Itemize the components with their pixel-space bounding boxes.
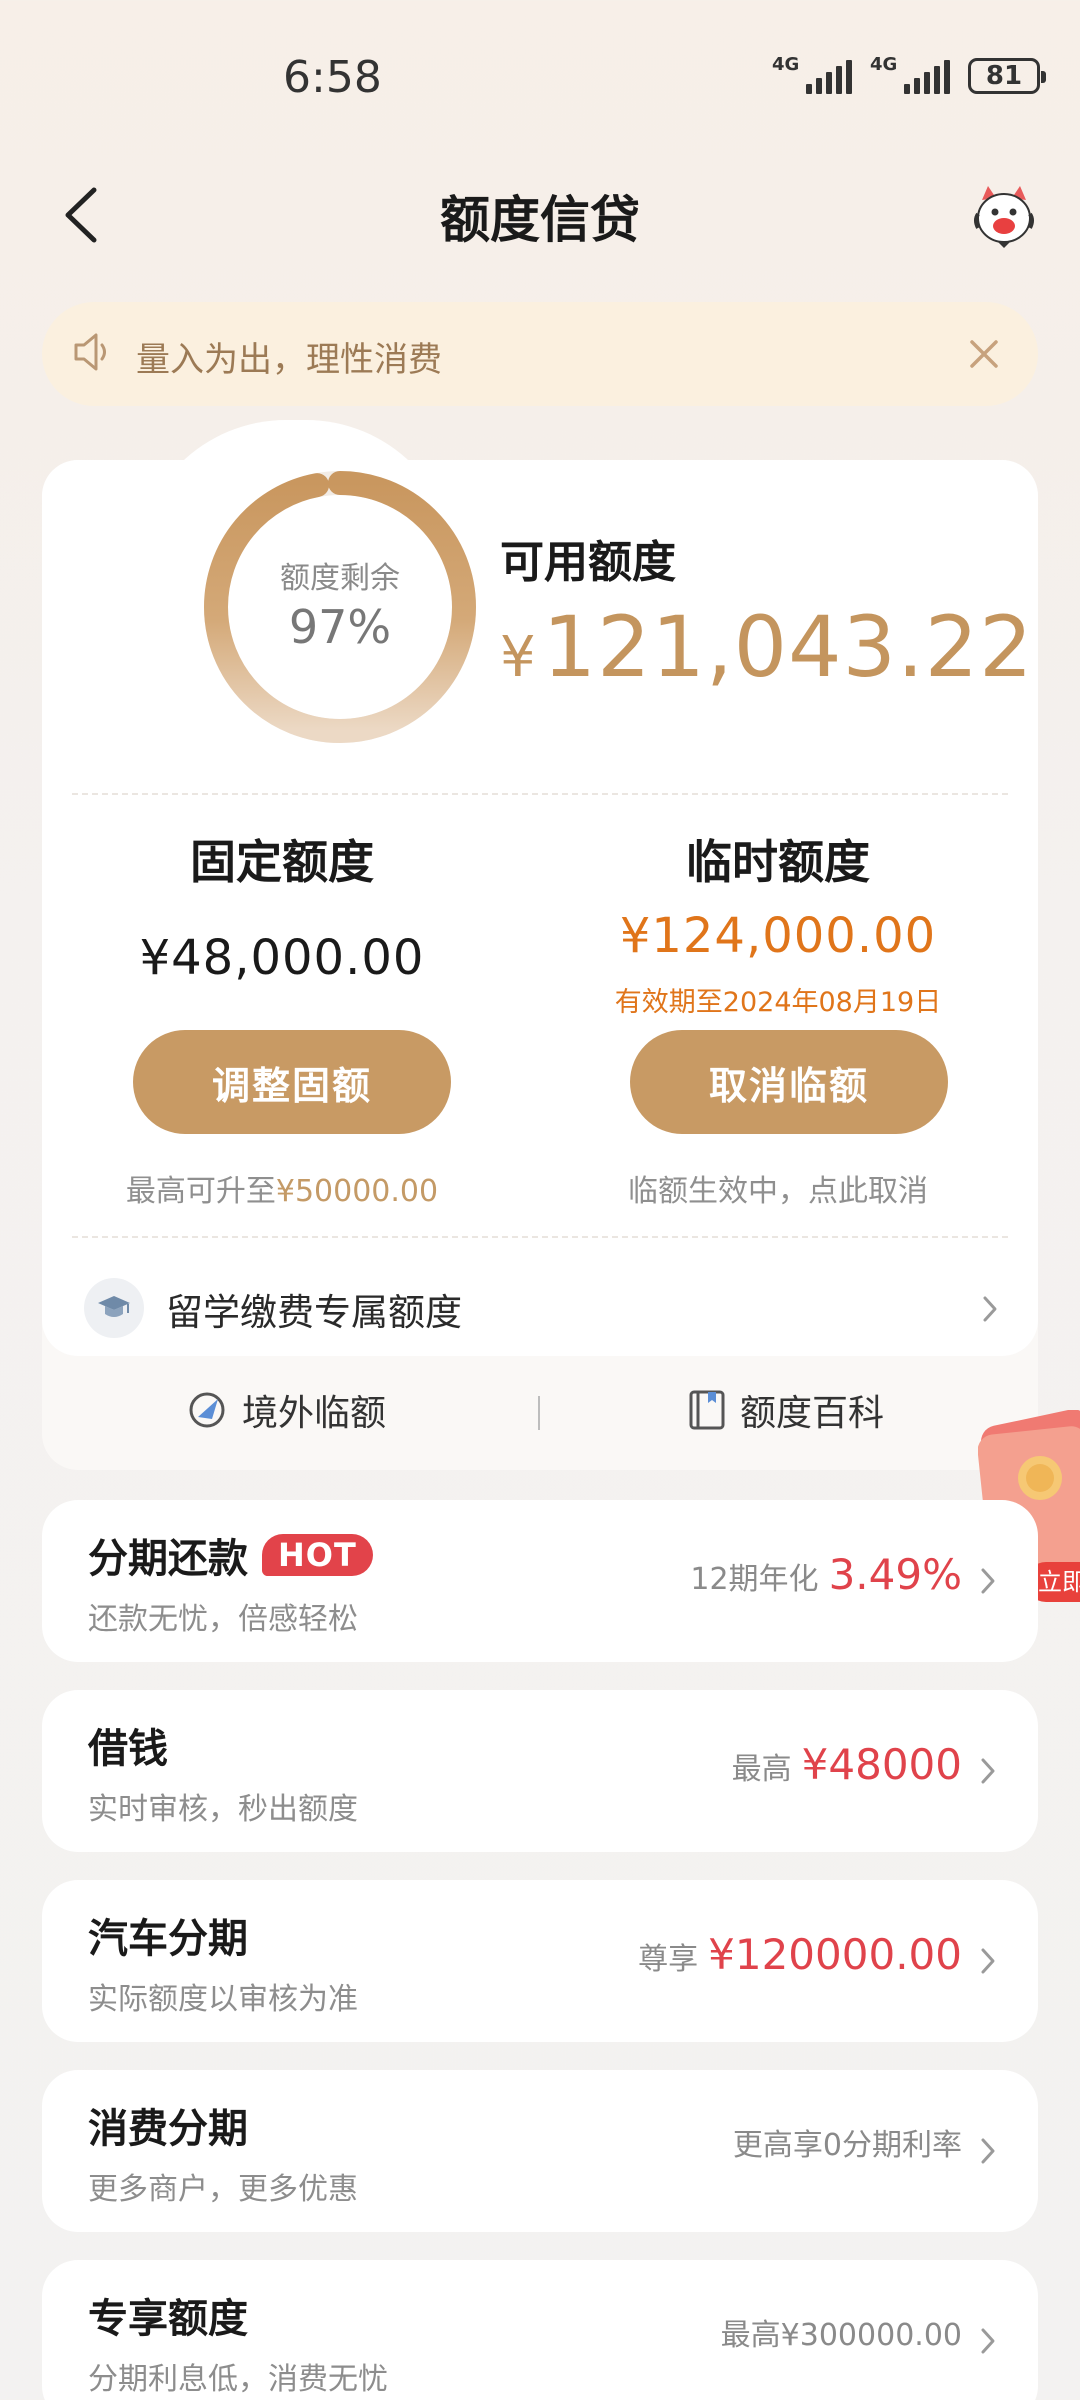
ring-percent: 97% <box>288 600 392 654</box>
tools-row: 境外临额 额度百科 <box>42 1356 1038 1470</box>
product-promo: 更高享0分期利率 <box>732 2128 962 2163</box>
chevron-right-icon <box>981 1568 995 1594</box>
temp-credit-amount: ¥124,000.00 <box>619 908 937 964</box>
product-subtitle: 还款无忧，倍感轻松 <box>88 1602 358 1637</box>
fixed-credit-title-wrap: 固定额度 <box>62 826 502 892</box>
temp-credit-title: 临时额度 <box>686 835 870 889</box>
signal-icon-2: 4G <box>870 54 950 94</box>
graduation-cap-icon <box>84 1278 144 1338</box>
product-subtitle: 分期利息低，消费无忧 <box>88 2362 388 2397</box>
product-subtitle: 更多商户，更多优惠 <box>88 2172 358 2207</box>
cancel-temp-button[interactable]: 取消临额 <box>630 1030 948 1134</box>
fixed-credit-title: 固定额度 <box>190 835 374 889</box>
chevron-right-icon <box>981 1758 995 1784</box>
available-amount: ¥121,043.22 <box>500 598 1034 696</box>
book-icon <box>689 1390 725 1430</box>
chevron-right-icon <box>981 2328 995 2354</box>
product-car-installment[interactable]: 汽车分期 实际额度以审核为准 尊享 ¥120000.00 <box>42 1880 1038 2042</box>
divider <box>72 793 1008 795</box>
plane-globe-icon <box>189 1392 225 1428</box>
overseas-temp-credit-label: 境外临额 <box>242 1393 387 1434</box>
product-borrow[interactable]: 借钱 实时审核，秒出额度 最高 ¥48000 <box>42 1690 1038 1852</box>
product-title: 分期还款 HOT <box>88 1526 373 1584</box>
study-abroad-credit-row[interactable]: 留学缴费专属额度 <box>42 1260 1038 1356</box>
product-exclusive-credit[interactable]: 专享额度 分期利息低，消费无忧 最高¥300000.00 <box>42 2260 1038 2400</box>
product-title: 汽车分期 <box>88 1916 248 1962</box>
fixed-credit-hint: 最高可升至¥50000.00 <box>125 1174 439 1209</box>
product-subtitle: 实际额度以审核为准 <box>88 1982 358 2017</box>
customer-service-mascot-icon[interactable] <box>968 184 1040 250</box>
product-limit: 最高¥300000.00 <box>720 2318 962 2353</box>
adjust-fixed-button[interactable]: 调整固额 <box>133 1030 451 1134</box>
overseas-temp-credit-link[interactable]: 境外临额 <box>186 1384 386 1436</box>
close-icon[interactable] <box>964 334 1004 374</box>
product-title: 专享额度 <box>88 2296 248 2342</box>
notice-banner: 量入为出，理性消费 <box>42 302 1038 406</box>
status-time: 6:58 <box>283 52 382 103</box>
product-title: 借钱 <box>88 1726 168 1772</box>
chevron-right-icon <box>983 1296 997 1322</box>
product-limit: 尊享 ¥120000.00 <box>638 1930 962 1979</box>
credit-wiki-link[interactable]: 额度百科 <box>688 1384 884 1436</box>
battery-icon: 81 <box>968 58 1046 94</box>
temp-credit-expiry: 有效期至2024年08月19日 <box>614 987 942 1018</box>
app-header: 额度信贷 <box>0 170 1080 260</box>
product-rate: 12期年化 3.49% <box>690 1550 962 1599</box>
ring-label: 额度剩余 <box>280 561 400 596</box>
separator <box>538 1396 540 1430</box>
chevron-right-icon <box>981 2138 995 2164</box>
study-abroad-label: 留学缴费专属额度 <box>166 1291 462 1334</box>
product-consumer-installment[interactable]: 消费分期 更多商户，更多优惠 更高享0分期利率 <box>42 2070 1038 2232</box>
divider <box>72 1236 1008 1238</box>
status-bar: 6:58 4G 4G 81 <box>0 0 1080 160</box>
chevron-right-icon <box>981 1948 995 1974</box>
product-subtitle: 实时审核，秒出额度 <box>88 1792 358 1827</box>
credit-wiki-label: 额度百科 <box>740 1393 885 1434</box>
temp-credit-title-wrap: 临时额度 <box>558 826 998 892</box>
notice-text: 量入为出，理性消费 <box>136 340 442 380</box>
page-title: 额度信贷 <box>440 191 640 249</box>
signal-icon: 4G <box>772 54 852 94</box>
product-installment-repay[interactable]: 分期还款 HOT 还款无忧，倍感轻松 12期年化 3.49% <box>42 1500 1038 1662</box>
product-limit: 最高 ¥48000 <box>731 1740 962 1789</box>
product-title: 消费分期 <box>88 2106 248 2152</box>
available-label: 可用额度 <box>500 537 676 588</box>
status-icons: 4G 4G 81 <box>772 54 1046 94</box>
speaker-icon <box>74 333 106 371</box>
hot-badge: HOT <box>262 1534 373 1576</box>
fixed-credit-amount: ¥48,000.00 <box>139 930 425 986</box>
temp-credit-hint[interactable]: 临额生效中，点此取消 <box>558 1166 998 1210</box>
credit-card: 额度剩余 97% 可用额度 ¥121,043.22 固定额度 ¥48,000.0… <box>42 460 1038 1356</box>
